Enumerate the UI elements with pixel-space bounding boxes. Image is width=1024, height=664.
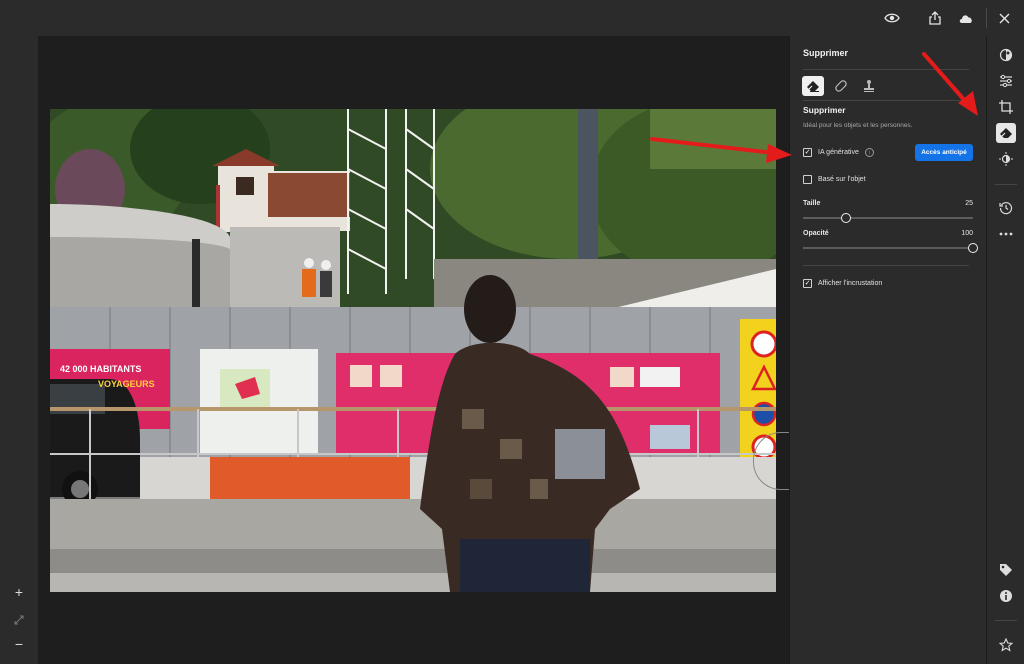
eraser-icon[interactable]: [996, 123, 1016, 143]
checkbox-box[interactable]: [803, 175, 812, 184]
photo[interactable]: 42 000 HABITANTS VOYAGEURS: [50, 109, 776, 592]
banner-left-text-1: 42 000 HABITANTS: [60, 364, 142, 374]
opacity-label: Opacité: [803, 230, 829, 237]
generative-ai-label: IA générative: [818, 149, 859, 156]
banner-left-text-2: VOYAGEURS: [98, 379, 155, 389]
opacity-value[interactable]: 100: [961, 230, 973, 237]
cloud-icon[interactable]: [956, 8, 976, 28]
toolbar-separator: [995, 184, 1017, 185]
panel-divider: [803, 69, 969, 70]
show-overlay-checkbox[interactable]: ✓ Afficher l'incrustation: [803, 279, 882, 288]
zoom-out-button[interactable]: −: [9, 634, 29, 654]
history-icon[interactable]: [996, 198, 1016, 218]
photo-scene: [50, 109, 776, 592]
size-slider[interactable]: [803, 213, 973, 223]
size-slider-thumb[interactable]: [840, 213, 851, 223]
checkbox-box[interactable]: ✓: [803, 279, 812, 288]
generative-ai-checkbox[interactable]: ✓ IA générative i: [803, 148, 874, 157]
left-toolbar: + −: [0, 36, 38, 664]
stamp-icon: [864, 80, 874, 92]
panel-divider: [803, 100, 969, 101]
close-icon[interactable]: [994, 8, 1014, 28]
early-access-button[interactable]: Accès anticipé: [915, 144, 973, 161]
panel-title: Supprimer: [803, 48, 849, 58]
zoom-in-button[interactable]: +: [9, 582, 29, 602]
fit-screen-icon[interactable]: [9, 610, 29, 630]
clone-tool-button[interactable]: [858, 76, 880, 96]
topbar-separator: [986, 8, 987, 28]
info-icon[interactable]: [996, 586, 1016, 606]
bandage-icon: [835, 80, 847, 92]
eraser-icon: [807, 81, 819, 92]
opacity-slider[interactable]: [803, 243, 978, 253]
crop-icon[interactable]: [996, 97, 1016, 117]
top-bar: [0, 0, 1024, 36]
checkbox-box[interactable]: ✓: [803, 148, 812, 157]
remove-panel: Supprimer Supprimer Idéal pour les objet…: [789, 36, 986, 664]
size-value[interactable]: 25: [965, 200, 973, 207]
info-icon[interactable]: i: [864, 148, 874, 157]
heal-tool-button[interactable]: [830, 76, 852, 96]
color-mix-icon[interactable]: [996, 45, 1016, 65]
eye-icon[interactable]: [882, 8, 902, 28]
toolbar-separator: [995, 620, 1017, 621]
sun-icon[interactable]: [996, 149, 1016, 169]
object-based-label: Basé sur l'objet: [818, 176, 866, 183]
share-icon[interactable]: [925, 8, 945, 28]
size-label: Taille: [803, 200, 821, 207]
star-icon[interactable]: [996, 635, 1016, 655]
remove-tool-button[interactable]: [802, 76, 824, 96]
more-icon[interactable]: [996, 224, 1016, 244]
opacity-slider-thumb[interactable]: [968, 243, 978, 253]
sliders-icon[interactable]: [996, 71, 1016, 91]
tag-icon[interactable]: [996, 560, 1016, 580]
show-overlay-label: Afficher l'incrustation: [818, 280, 883, 287]
section-title: Supprimer: [803, 105, 846, 115]
panel-divider: [803, 265, 969, 266]
object-based-checkbox[interactable]: Basé sur l'objet: [803, 175, 866, 184]
section-description: Idéal pour les objets et les personnes.: [803, 122, 913, 129]
right-toolbar: [986, 36, 1024, 664]
